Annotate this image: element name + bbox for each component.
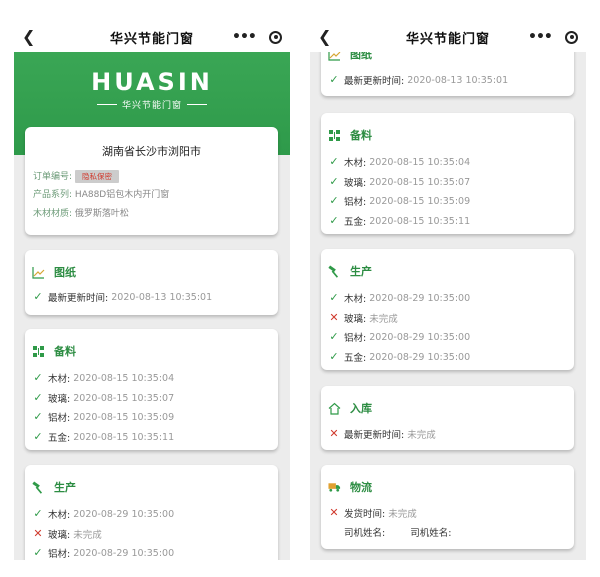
check-icon: ✓ xyxy=(33,290,43,303)
more-icon[interactable]: ••• xyxy=(528,29,553,45)
hammer-icon xyxy=(32,480,45,494)
wood-material-row: 木材材质: 俄罗斯落叶松 xyxy=(33,209,129,219)
list-item: ✓ 木材: 2020-08-29 10:35:00 xyxy=(33,507,175,522)
list-item: ✓ 木材: 2020-08-29 10:35:00 xyxy=(329,291,471,306)
cross-icon: ✕ xyxy=(329,427,339,440)
house-icon xyxy=(328,402,341,415)
check-icon: ✓ xyxy=(33,410,43,423)
chart-icon xyxy=(32,266,45,279)
drawing-title: 图纸 xyxy=(54,266,76,279)
mini-program-capsule: ••• xyxy=(522,26,584,48)
right-phone-screen: ❮ 华兴节能门窗 ••• 图纸 ✓ 最新更新时间: 2020-08-13 10:… xyxy=(310,22,586,560)
check-icon: ✓ xyxy=(33,546,43,559)
order-card: 湖南省长沙市浏阳市 订单编号: 隐私保密 产品系列: HA88D铝包木内开门窗 木… xyxy=(25,127,278,235)
list-item: ✓ 最新更新时间: 2020-08-13 10:35:01 xyxy=(33,290,213,305)
brand-tagline: 华兴节能门窗 xyxy=(14,98,290,111)
production-card: 生产 ✓ 木材: 2020-08-29 10:35:00 ✕ 玻璃: 未完成 ✓… xyxy=(25,465,278,560)
list-item: ✓ 五金: 2020-08-15 10:35:11 xyxy=(329,214,471,229)
check-icon: ✓ xyxy=(329,350,339,363)
nav-bar: ❮ 华兴节能门窗 ••• xyxy=(14,22,290,52)
materials-card: 备料 ✓ 木材: 2020-08-15 10:35:04 ✓ 玻璃: 2020-… xyxy=(25,329,278,450)
check-icon: ✓ xyxy=(329,155,339,168)
left-phone-screen: ❮ 华兴节能门窗 ••• HUASIN 华兴节能门窗 湖南省长沙市浏阳市 订单编… xyxy=(14,22,290,560)
logistics-card: 物流 ✕ 发货时间: 未完成 司机姓名: 司机姓名: xyxy=(321,465,574,549)
privacy-badge: 隐私保密 xyxy=(75,170,120,183)
drawing-card: 图纸 ✓ 最新更新时间: 2020-08-13 10:35:01 xyxy=(25,250,278,315)
list-item: ✓ 铝材: 2020-08-29 10:35:00 xyxy=(33,546,175,561)
list-item: ✕ 玻璃: 未完成 xyxy=(33,527,102,542)
logistics-title: 物流 xyxy=(350,481,372,494)
order-number-row: 订单编号: 隐私保密 xyxy=(33,169,120,183)
truck-icon xyxy=(328,481,341,494)
list-item: ✓ 五金: 2020-08-15 10:35:11 xyxy=(33,430,175,445)
list-item: ✓ 最新更新时间: 2020-08-13 10:35:01 xyxy=(329,73,509,88)
check-icon: ✓ xyxy=(329,175,339,188)
nav-title: 华兴节能门窗 xyxy=(109,31,194,47)
check-icon: ✓ xyxy=(33,430,43,443)
check-icon: ✓ xyxy=(329,194,339,207)
brand-logo: HUASIN xyxy=(91,68,213,96)
list-item: ✓ 铝材: 2020-08-29 10:35:00 xyxy=(329,330,471,345)
list-item: ✓ 铝材: 2020-08-15 10:35:09 xyxy=(329,194,471,209)
back-arrow-icon[interactable]: ❮ xyxy=(22,27,35,47)
list-item: ✓ 木材: 2020-08-15 10:35:04 xyxy=(329,155,471,170)
production-title: 生产 xyxy=(350,265,372,278)
nav-bar: ❮ 华兴节能门窗 ••• xyxy=(310,22,586,52)
check-icon: ✓ xyxy=(329,330,339,343)
list-item: ✕ 发货时间: 未完成 xyxy=(329,506,417,521)
nav-title: 华兴节能门窗 xyxy=(405,31,490,47)
grid-icon xyxy=(32,345,45,358)
materials-card: 备料 ✓ 木材: 2020-08-15 10:35:04 ✓ 玻璃: 2020-… xyxy=(321,113,574,234)
close-target-icon[interactable] xyxy=(269,30,282,44)
back-arrow-icon[interactable]: ❮ xyxy=(318,27,331,47)
list-item: ✓ 铝材: 2020-08-15 10:35:09 xyxy=(33,410,175,425)
check-icon: ✓ xyxy=(329,73,339,86)
cross-icon: ✕ xyxy=(33,527,43,540)
grid-icon xyxy=(328,129,341,142)
driver-name-row: 司机姓名: 司机姓名: xyxy=(344,528,452,539)
materials-title: 备料 xyxy=(350,129,372,142)
hammer-icon xyxy=(328,264,341,278)
list-item: ✓ 五金: 2020-08-29 10:35:00 xyxy=(329,350,471,365)
list-item: ✓ 木材: 2020-08-15 10:35:04 xyxy=(33,371,175,386)
close-target-icon[interactable] xyxy=(565,30,578,44)
check-icon: ✓ xyxy=(329,291,339,304)
cross-icon: ✕ xyxy=(329,506,339,519)
cross-icon: ✕ xyxy=(329,311,339,324)
product-series-row: 产品系列: HA88D铝包木内开门窗 xyxy=(33,190,170,200)
list-item: ✓ 玻璃: 2020-08-15 10:35:07 xyxy=(33,391,175,406)
check-icon: ✓ xyxy=(329,214,339,227)
mini-program-capsule: ••• xyxy=(226,26,288,48)
materials-title: 备料 xyxy=(54,345,76,358)
list-item: ✕ 玻璃: 未完成 xyxy=(329,311,398,326)
production-title: 生产 xyxy=(54,481,76,494)
production-card: 生产 ✓ 木材: 2020-08-29 10:35:00 ✕ 玻璃: 未完成 ✓… xyxy=(321,249,574,370)
storage-card: 入库 ✕ 最新更新时间: 未完成 xyxy=(321,386,574,450)
check-icon: ✓ xyxy=(33,391,43,404)
list-item: ✕ 最新更新时间: 未完成 xyxy=(329,427,436,442)
list-item: ✓ 玻璃: 2020-08-15 10:35:07 xyxy=(329,175,471,190)
order-address: 湖南省长沙市浏阳市 xyxy=(102,145,201,158)
check-icon: ✓ xyxy=(33,371,43,384)
storage-title: 入库 xyxy=(350,402,372,415)
check-icon: ✓ xyxy=(33,507,43,520)
more-icon[interactable]: ••• xyxy=(232,29,257,45)
